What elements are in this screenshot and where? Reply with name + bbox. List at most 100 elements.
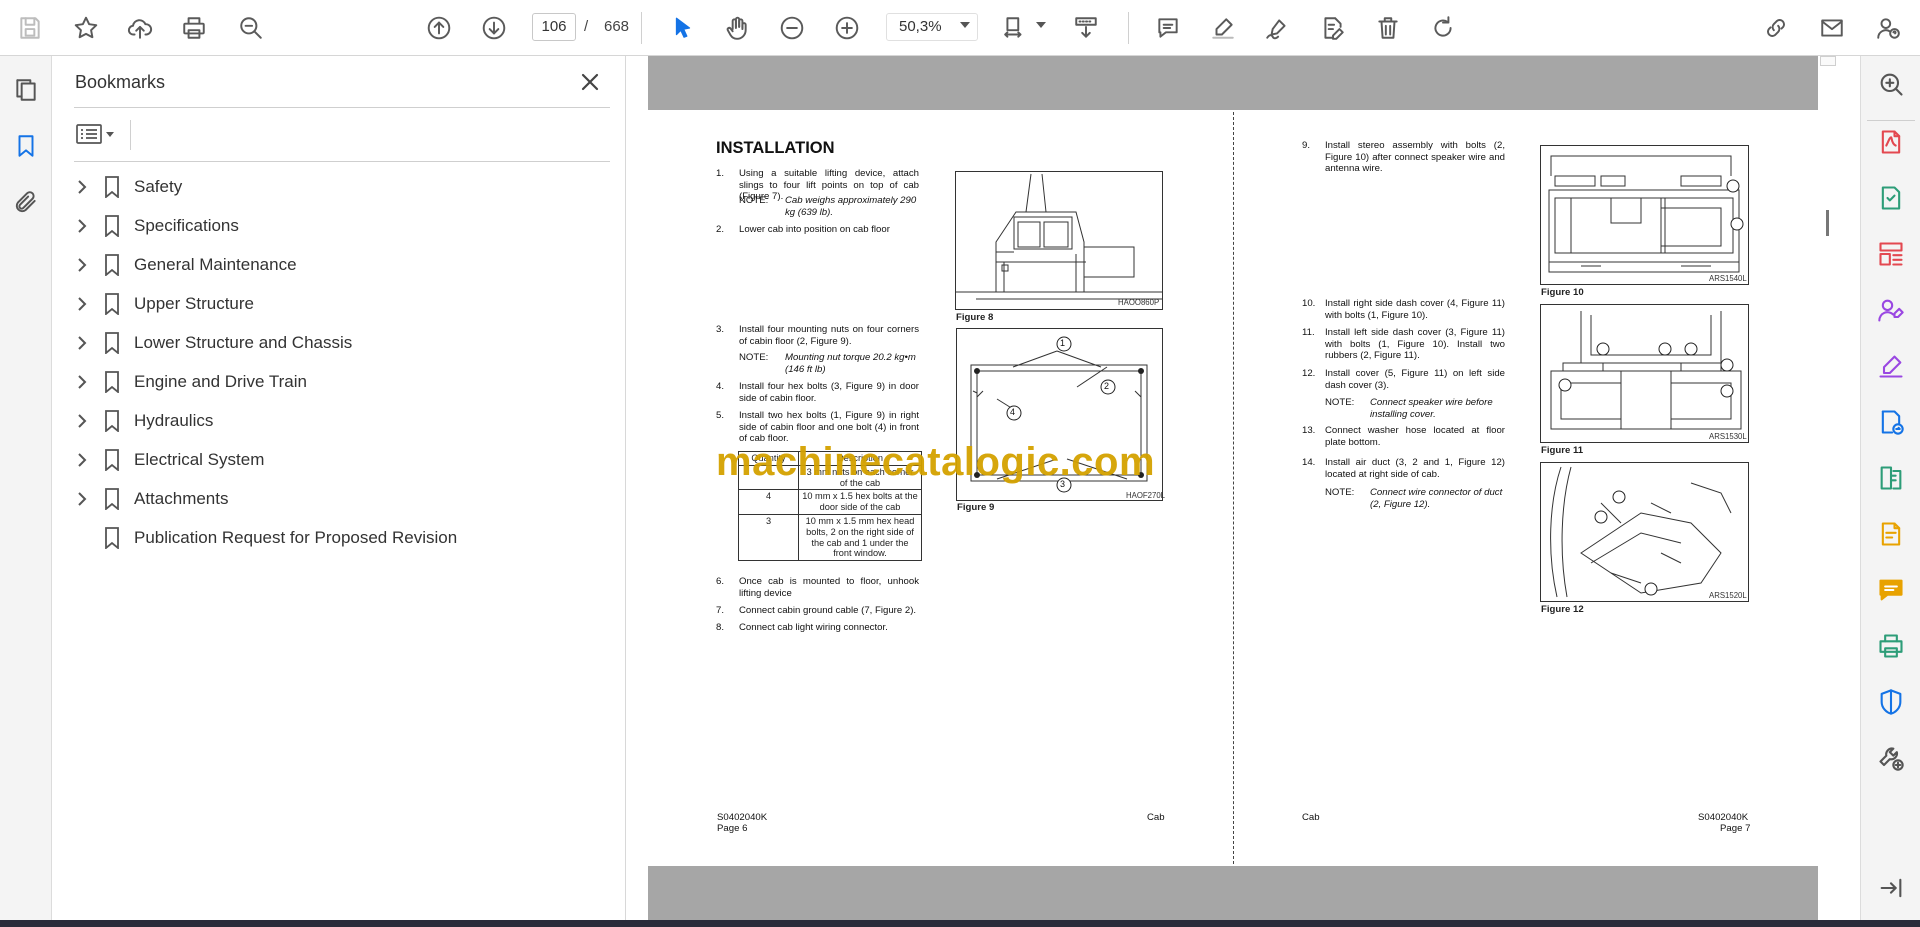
upload-cloud-icon[interactable] — [122, 10, 158, 46]
bookmark-item[interactable]: Upper Structure — [66, 287, 606, 321]
previous-page-icon[interactable] — [421, 10, 457, 46]
more-tools-icon[interactable] — [1873, 740, 1909, 776]
figure-caption: Figure 11 — [1541, 445, 1584, 456]
bookmark-flag-icon — [100, 486, 124, 512]
step-number: 5. — [716, 410, 725, 421]
email-icon[interactable] — [1814, 10, 1850, 46]
bookmark-flag-icon — [100, 447, 124, 473]
bookmark-label: Hydraulics — [134, 411, 214, 430]
redo-rotate-icon[interactable] — [1425, 10, 1461, 46]
figure-code: HAOO860P — [1118, 298, 1160, 307]
page-thumbnails-icon[interactable] — [8, 72, 44, 108]
organize-pages-icon[interactable] — [1873, 236, 1909, 272]
chevron-right-icon[interactable] — [70, 175, 94, 199]
find-zoom-icon[interactable] — [233, 10, 269, 46]
compare-files-icon[interactable] — [1873, 460, 1909, 496]
request-signature-icon[interactable] — [1873, 292, 1909, 328]
bookmark-label: Safety — [134, 177, 183, 196]
callout-4: 4 — [1010, 407, 1016, 417]
figure-10-stereo-assembly — [1540, 145, 1749, 285]
watermark-text: machinecatalogic.com — [716, 440, 1156, 484]
create-pdf-icon[interactable] — [1873, 180, 1909, 216]
note-label: NOTE: — [739, 352, 769, 363]
highlight-pen-icon[interactable] — [1205, 10, 1241, 46]
delete-trash-icon[interactable] — [1370, 10, 1406, 46]
bookmark-item[interactable]: Attachments — [66, 482, 606, 516]
edit-pdf-icon[interactable] — [1873, 516, 1909, 552]
bookmark-options-button[interactable] — [76, 118, 122, 150]
close-icon — [581, 73, 599, 91]
bookmarks-icon[interactable] — [8, 128, 44, 164]
chevron-right-icon[interactable] — [70, 409, 94, 433]
step-text: Lower cab into position on cab floor — [739, 224, 890, 235]
hand-tool-icon[interactable] — [719, 10, 755, 46]
zoom-in-icon[interactable] — [829, 10, 865, 46]
bookmark-flag-icon — [100, 525, 124, 551]
chevron-right-icon[interactable] — [70, 292, 94, 316]
chevron-right-icon[interactable] — [70, 331, 94, 355]
edit-text-icon[interactable] — [1315, 10, 1351, 46]
bookmark-label: Lower Structure and Chassis — [134, 333, 353, 352]
export-pdf-icon[interactable] — [1873, 124, 1909, 160]
chevron-right-icon[interactable] — [70, 370, 94, 394]
footer-right-code: S0402040K — [1698, 812, 1749, 823]
bookmark-item[interactable]: Publication Request for Proposed Revisio… — [66, 521, 606, 555]
page-fit-icon[interactable] — [997, 10, 1033, 46]
page-number-input[interactable]: 106 — [532, 13, 576, 41]
bookmark-item[interactable]: Hydraulics — [66, 404, 606, 438]
figure-code: HAOF270L — [1126, 491, 1166, 500]
page-fit-dropdown-caret[interactable] — [1036, 22, 1046, 28]
chevron-right-icon[interactable] — [70, 253, 94, 277]
print-icon[interactable] — [176, 10, 212, 46]
scrolling-mode-icon[interactable] — [1068, 10, 1104, 46]
attachments-paperclip-icon[interactable] — [8, 184, 44, 220]
chevron-right-icon[interactable] — [70, 214, 94, 238]
bookmark-item[interactable]: Lower Structure and Chassis — [66, 326, 606, 360]
fill-and-sign-icon[interactable] — [1873, 348, 1909, 384]
draw-signature-icon[interactable] — [1259, 10, 1295, 46]
bookmark-item[interactable]: Specifications — [66, 209, 606, 243]
chevron-right-icon[interactable] — [70, 448, 94, 472]
table-row: 4 10 mm x 1.5 hex bolts at the door side… — [738, 489, 922, 515]
next-page-icon[interactable] — [476, 10, 512, 46]
comment-tool-icon[interactable] — [1873, 572, 1909, 608]
send-for-review-icon[interactable] — [1873, 404, 1909, 440]
collapse-tools-icon[interactable] — [1873, 870, 1909, 906]
page-divider — [1233, 112, 1234, 864]
select-cursor-icon[interactable] — [665, 10, 701, 46]
step-number: 1. — [716, 168, 725, 179]
scrollbar-top[interactable] — [1820, 56, 1836, 66]
search-zoom-icon[interactable] — [1873, 66, 1909, 102]
close-panel-button[interactable] — [576, 68, 604, 96]
bookmarks-panel-title: Bookmarks — [75, 72, 166, 92]
top-toolbar: 106 / 668 50,3% — [0, 0, 1920, 56]
step-text: Connect cabin ground cable (7, Figure 2)… — [739, 605, 917, 616]
chevron-right-icon[interactable] — [70, 487, 94, 511]
callout-1: 1 — [1060, 338, 1066, 348]
star-icon[interactable] — [68, 10, 104, 46]
bookmark-flag-icon — [100, 330, 124, 356]
figure-code: ARS1530L — [1709, 432, 1747, 441]
print-production-icon[interactable] — [1873, 628, 1909, 664]
figure-11-dash-covers — [1540, 304, 1749, 443]
account-help-icon[interactable] — [1870, 10, 1906, 46]
note-label: NOTE: — [739, 195, 769, 206]
step-number: 4. — [716, 381, 725, 392]
bookmark-flag-icon — [100, 252, 124, 278]
figure-caption: Figure 8 — [956, 312, 994, 323]
step-number: 6. — [716, 576, 725, 587]
save-icon[interactable] — [12, 10, 48, 46]
bookmark-item[interactable]: General Maintenance — [66, 248, 606, 282]
bookmark-item[interactable]: Safety — [66, 170, 606, 204]
bookmark-item[interactable]: Electrical System — [66, 443, 606, 477]
vertical-scrollbar-thumb[interactable] — [1826, 210, 1829, 236]
zoom-dropdown-caret[interactable] — [960, 22, 970, 28]
step-number: 9. — [1302, 140, 1311, 151]
protect-shield-icon[interactable] — [1873, 684, 1909, 720]
bookmark-item[interactable]: Engine and Drive Train — [66, 365, 606, 399]
zoom-out-icon[interactable] — [774, 10, 810, 46]
comment-icon[interactable] — [1150, 10, 1186, 46]
section-heading: INSTALLATION — [716, 139, 835, 157]
share-link-icon[interactable] — [1758, 10, 1794, 46]
bookmark-label: General Maintenance — [134, 255, 297, 274]
